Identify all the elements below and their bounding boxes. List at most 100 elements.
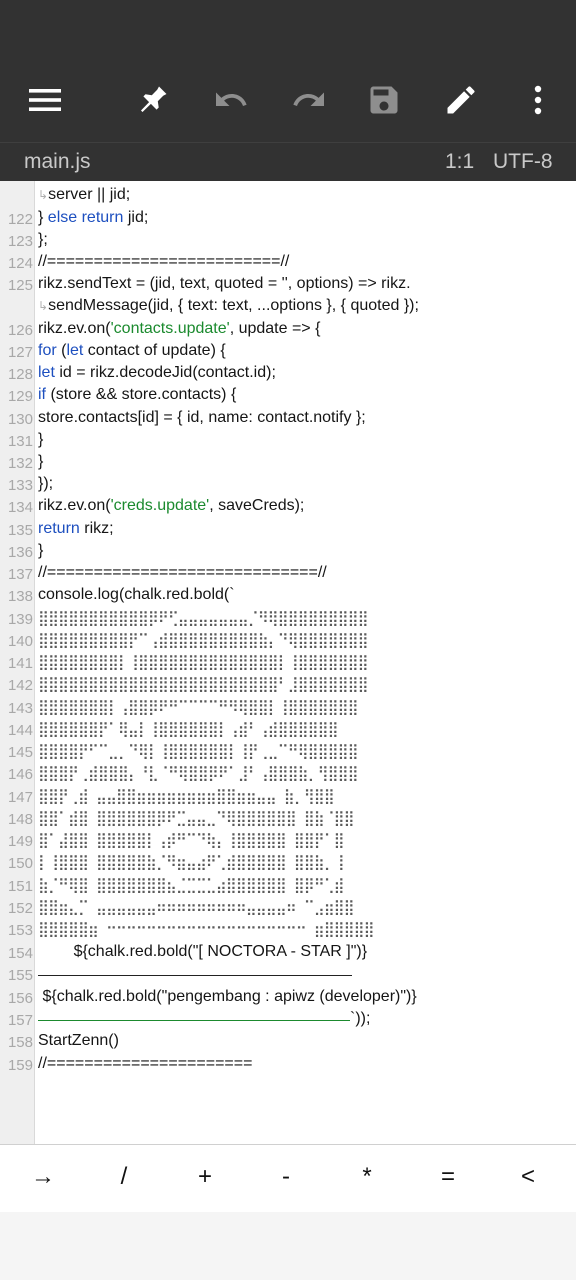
line-number: 126 <box>7 322 33 339</box>
extra-keys-bar: → / + - * = < <box>0 1144 576 1212</box>
line-number: 151 <box>7 878 33 895</box>
code-text: jid; <box>123 209 149 226</box>
code-text: rikz.sendText = (jid, text, quoted = '',… <box>38 275 411 292</box>
line-number: 134 <box>7 499 33 516</box>
code-line: ↳sendMessage(jid, { text: text, ...optio… <box>0 296 576 318</box>
code-line: 143 ⣿⣿⣿⣿⣿⣿⣿⡇⢠⣿⣿⡿⠟⠛⠉⠉⠉⠉⠛⠻⢿⣿⣿⡇⢸⣿⣿⣿⣿⣿⣿⣿ <box>0 697 576 719</box>
code-line: 134 rikz.ev.on('creds.update', saveCreds… <box>0 496 576 518</box>
code-line: 139 ⣿⣿⣿⣿⣿⣿⣿⣿⣿⣿⣿⡿⠟⢋⣤⣤⣤⣤⣤⣤⣤⡈⠻⢿⣿⣿⣿⣿⣿⣿⣿⣿⣿ <box>0 608 576 630</box>
line-number: 135 <box>7 522 33 539</box>
key-slash[interactable]: / <box>104 1163 144 1191</box>
separator-line <box>38 1020 350 1021</box>
line-number: 145 <box>7 744 33 761</box>
code-string: ${chalk.red.bold("[ NOCTORA - STAR ]")} <box>38 943 368 960</box>
ascii-art-text: ⣿⣿⣿⣿⣿⣿⣿⡇⢠⣿⣿⡿⠟⠛⠉⠉⠉⠉⠛⠻⢿⣿⣿⡇⢸⣿⣿⣿⣿⣿⣿⣿ <box>38 698 359 716</box>
ascii-art-text: ⣿⣿⣿⣿⣿⣿⡟⠁⢿⣤⡇⢸⣿⣿⣿⣿⣿⣿⡇⢠⣾⠃⢠⣾⣿⣿⣿⣿⣿⣿ <box>38 720 339 738</box>
code-line: 124 //=========================// <box>0 252 576 274</box>
code-line: 154 ${chalk.red.bold("[ NOCTORA - STAR ]… <box>0 942 576 964</box>
edit-button[interactable] <box>437 76 485 124</box>
line-number: 148 <box>7 811 33 828</box>
file-encoding[interactable]: UTF-8 <box>493 150 553 174</box>
code-text: } <box>38 542 44 559</box>
code-keyword: let <box>38 364 55 381</box>
ascii-art-text: ⡇⢸⣿⣿⣿ ⣿⣿⣿⣿⣿⣷⡈⠻⣶⣤⣴⠟⢁⣾⣿⣿⣿⣿⣿ ⣿⣿⣷⡀⢸ <box>38 853 345 871</box>
code-text: } <box>38 431 44 448</box>
key-plus[interactable]: + <box>185 1163 225 1191</box>
code-line: 131 } <box>0 430 576 452</box>
code-line: 136 } <box>0 541 576 563</box>
more-icon <box>534 85 542 115</box>
line-number: 125 <box>7 277 33 294</box>
line-number: 146 <box>7 766 33 783</box>
key-asterisk[interactable]: * <box>347 1163 387 1191</box>
code-text: store.contacts[id] = { id, name: contact… <box>38 409 366 426</box>
line-number: 139 <box>7 611 33 628</box>
line-number: 136 <box>7 544 33 561</box>
code-line: 148 ⣿⣿⠁⣾⣿ ⣿⣿⣿⣿⣿⣿⡿⠟⣉⣤⣤⣀⠙⢿⣿⣿⣿⣿⣿⣿ ⣿⣷⠈⣿⣿ <box>0 808 576 830</box>
line-number: 129 <box>7 388 33 405</box>
code-line: 155 <box>0 964 576 986</box>
code-text: id = rikz.decodeJid(contact.id); <box>54 364 276 381</box>
code-line: 152 ⣿⣿⣶⣄⡉ ⣤⣤⣤⣤⣤⣤⠶⠶⠶⠶⠶⠶⠶⠶⠶⣤⣤⣤⣤⠶ ⠉⣠⣶⣿⣿ <box>0 897 576 919</box>
line-number: 128 <box>7 366 33 383</box>
pin-button[interactable] <box>129 76 177 124</box>
wrap-continuation-icon: ↳ <box>38 299 49 313</box>
ascii-art-text: ⣿⣿⣿⣿⣿⣶ ⠒⠒⠒⠒⠒⠒⠒⠒⠒⠒⠒⠒⠒⠒⠒⠒⠒⠒⠒⠒ ⣶⣿⣿⣿⣿⣿ <box>38 920 375 938</box>
key-arrow-right[interactable]: → <box>23 1163 63 1191</box>
system-nav-bar <box>0 1212 576 1280</box>
code-line: 156 ${chalk.red.bold("pengembang : apiwz… <box>0 987 576 1009</box>
code-keyword: return <box>38 520 80 537</box>
save-button[interactable] <box>360 76 408 124</box>
code-line: 153 ⣿⣿⣿⣿⣿⣶ ⠒⠒⠒⠒⠒⠒⠒⠒⠒⠒⠒⠒⠒⠒⠒⠒⠒⠒⠒⠒ ⣶⣿⣿⣿⣿⣿ <box>0 919 576 941</box>
cursor-position: 1:1 <box>445 150 475 173</box>
line-number: 158 <box>7 1034 33 1051</box>
code-line: 149 ⣿⠁⣼⣿⣿ ⣿⣿⣿⣿⣿⡇⢠⡾⠛⠉⠙⢷⡄⢸⣿⣿⣿⣿⣿ ⣿⣿⡟⠁⣿ <box>0 830 576 852</box>
code-line: 133 }); <box>0 474 576 496</box>
code-line: 157 `)); <box>0 1009 576 1031</box>
code-line: 150 ⡇⢸⣿⣿⣿ ⣿⣿⣿⣿⣿⣷⡈⠻⣶⣤⣴⠟⢁⣾⣿⣿⣿⣿⣿ ⣿⣿⣷⡀⢸ <box>0 852 576 874</box>
code-text: (store && store.contacts) { <box>46 386 237 403</box>
line-number: 123 <box>7 233 33 250</box>
code-string: 'creds.update' <box>110 497 210 514</box>
key-equals[interactable]: = <box>428 1163 468 1191</box>
line-number: 155 <box>7 967 33 984</box>
ascii-art-text: ⣿⣿⣿⣿⡟⠋⠉⣀⡀⠙⢿⡇⢸⣿⣿⣿⣿⣿⣿⡇⢸⡟⢀⣀⠉⠛⢿⣿⣿⣿⣿⣿ <box>38 742 359 760</box>
ascii-art-text: ⣿⣿⣿⣿⣿⣿⣿⣿⣿⣿⣿⣿⣿⣿⣿⣿⣿⣿⣿⣿⣿⣿⣿⣿⠃⣸⣿⣿⣿⣿⣿⣿⣿ <box>38 675 369 693</box>
code-comment: //=============================// <box>38 564 327 581</box>
line-number: 153 <box>7 922 33 939</box>
code-text: rikz; <box>79 520 114 537</box>
key-less-than[interactable]: < <box>508 1163 548 1191</box>
pin-icon <box>141 86 167 112</box>
undo-icon <box>216 92 247 106</box>
status-bar <box>0 0 576 58</box>
line-number: 157 <box>7 1012 33 1029</box>
wrap-continuation-icon: ↳ <box>38 188 49 202</box>
code-text: } <box>38 209 48 226</box>
code-text: server || jid; <box>48 186 131 203</box>
redo-button[interactable] <box>285 76 333 124</box>
file-name[interactable]: main.js <box>24 150 91 174</box>
code-line: 141 ⣿⣿⣿⣿⣿⣿⣿⣿⡇⢸⣿⣿⣿⣿⣿⣿⣿⣿⣿⣿⣿⣿⣿⣿⡇⢸⣿⣿⣿⣿⣿⣿⣿ <box>0 652 576 674</box>
ascii-art-text: ⣿⠁⣼⣿⣿ ⣿⣿⣿⣿⣿⡇⢠⡾⠛⠉⠙⢷⡄⢸⣿⣿⣿⣿⣿ ⣿⣿⡟⠁⣿ <box>38 831 345 849</box>
more-button[interactable] <box>514 76 562 124</box>
code-line: 144 ⣿⣿⣿⣿⣿⣿⡟⠁⢿⣤⡇⢸⣿⣿⣿⣿⣿⣿⡇⢠⣾⠃⢠⣾⣿⣿⣿⣿⣿⣿ <box>0 719 576 741</box>
undo-button[interactable] <box>207 76 255 124</box>
code-line: 142 ⣿⣿⣿⣿⣿⣿⣿⣿⣿⣿⣿⣿⣿⣿⣿⣿⣿⣿⣿⣿⣿⣿⣿⣿⠃⣸⣿⣿⣿⣿⣿⣿⣿ <box>0 674 576 696</box>
code-string: `)); <box>350 1010 371 1027</box>
line-number: 124 <box>7 255 33 272</box>
code-line: 147 ⣿⣿⡟⢀⣾ ⣤⣤⣿⣿⣶⣶⣶⣶⣶⣶⣶⣶⣿⣿⣶⣶⣤⣤ ⣷⡀⢻⣿⣿ <box>0 786 576 808</box>
code-text: }; <box>38 231 48 248</box>
code-line: 151 ⣷⡈⠛⢿⣿ ⣿⣿⣿⣿⣿⣿⣿⣦⣈⣉⣉⣁⣴⣿⣿⣿⣿⣿⣿ ⣿⡿⠛⢁⣾ <box>0 875 576 897</box>
line-number: 152 <box>7 900 33 917</box>
code-line: 126 rikz.ev.on('contacts.update', update… <box>0 319 576 341</box>
key-minus[interactable]: - <box>266 1163 306 1191</box>
code-line: 132 } <box>0 452 576 474</box>
code-text: rikz.ev.on( <box>38 497 111 514</box>
code-editor[interactable]: ↳server || jid; 122 } else return jid; 1… <box>0 181 576 1144</box>
menu-button[interactable] <box>21 76 69 124</box>
ascii-art-text: ⣿⣿⠁⣾⣿ ⣿⣿⣿⣿⣿⣿⡿⠟⣉⣤⣤⣀⠙⢿⣿⣿⣿⣿⣿⣿ ⣿⣷⠈⣿⣿ <box>38 809 355 827</box>
code-line: 128 let id = rikz.decodeJid(contact.id); <box>0 363 576 385</box>
line-number: 141 <box>7 655 33 672</box>
code-line: 123 }; <box>0 230 576 252</box>
line-number: 142 <box>7 677 33 694</box>
